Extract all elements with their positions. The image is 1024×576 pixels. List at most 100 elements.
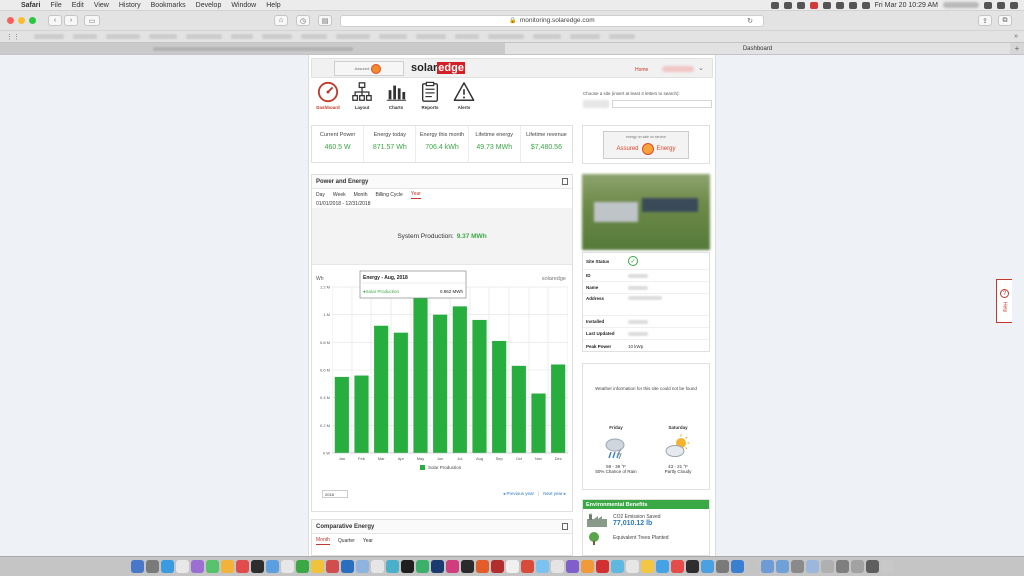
dock-app-icon[interactable] <box>820 560 834 573</box>
dock-app-icon[interactable] <box>535 560 549 573</box>
dock-app-icon[interactable] <box>175 560 189 573</box>
reload-icon[interactable]: ↻ <box>747 17 753 25</box>
export-icon[interactable] <box>562 178 568 185</box>
dock-app-icon[interactable] <box>610 560 624 573</box>
tabs-overview-icon[interactable]: ⧉ <box>998 15 1012 26</box>
dock-app-icon[interactable] <box>355 560 369 573</box>
dock-app-icon[interactable] <box>520 560 534 573</box>
nav-layout[interactable]: Layout <box>345 81 379 115</box>
tab-month[interactable]: Month <box>316 537 330 545</box>
tray-icon[interactable] <box>796 1 805 9</box>
menu-window[interactable]: Window <box>226 2 261 9</box>
tab-month[interactable]: Month <box>354 192 368 198</box>
menu-develop[interactable]: Develop <box>191 2 227 9</box>
nav-alerts[interactable]: Alerts <box>447 81 481 115</box>
tab-billing-cycle[interactable]: Billing Cycle <box>376 192 403 198</box>
bar[interactable] <box>531 393 546 453</box>
user-name-blurred[interactable] <box>943 2 979 8</box>
dock-app-icon[interactable] <box>805 560 819 573</box>
yearly-energy-chart[interactable]: Wh solaredge 0 W 0.2 M 0.4 M 0.6 M 0.8 M 1 M 1.2… <box>312 267 572 483</box>
dock-app-icon[interactable] <box>265 560 279 573</box>
home-icon[interactable]: ⌂ <box>274 15 288 26</box>
bookmark-item[interactable] <box>106 34 140 39</box>
dock-app-icon[interactable] <box>550 560 564 573</box>
dock-app-icon[interactable] <box>625 560 639 573</box>
nav-charts[interactable]: Charts <box>379 81 413 115</box>
volume-icon[interactable] <box>848 1 857 9</box>
dock-app-icon[interactable] <box>235 560 249 573</box>
account-name-blurred[interactable] <box>662 66 694 72</box>
dock-app-icon[interactable] <box>460 560 474 573</box>
dock-app-icon[interactable] <box>685 560 699 573</box>
bar[interactable] <box>452 306 467 453</box>
zoom-window-button[interactable] <box>29 17 36 24</box>
bookmark-item[interactable] <box>379 34 407 39</box>
dock-app-icon[interactable] <box>760 560 774 573</box>
dock-app-icon[interactable] <box>220 560 234 573</box>
bar[interactable] <box>334 376 349 453</box>
tab-day[interactable]: Day <box>316 192 325 198</box>
search-icon[interactable] <box>984 1 992 9</box>
tab-year[interactable]: Year <box>410 191 421 199</box>
dock-app-icon[interactable] <box>880 560 894 573</box>
bookmark-item[interactable] <box>609 34 635 39</box>
bookmark-item[interactable] <box>231 34 253 39</box>
dock-app-icon[interactable] <box>190 560 204 573</box>
minimize-window-button[interactable] <box>18 17 25 24</box>
battery-icon[interactable] <box>861 1 870 9</box>
wifi-icon[interactable] <box>835 1 844 9</box>
site-search-input[interactable] <box>612 100 712 108</box>
bar[interactable] <box>492 340 507 453</box>
bookmarks-grid-icon[interactable]: ⋮⋮ <box>6 33 20 41</box>
dock-app-icon[interactable] <box>565 560 579 573</box>
menu-file[interactable]: File <box>45 2 66 9</box>
dock-app-icon[interactable] <box>325 560 339 573</box>
dock-app-icon[interactable] <box>385 560 399 573</box>
new-tab-button[interactable]: + <box>1010 43 1024 54</box>
tray-icon[interactable] <box>809 1 818 9</box>
dock-app-icon[interactable] <box>310 560 324 573</box>
bookmark-item[interactable] <box>488 34 524 39</box>
sidebar-toggle-icon[interactable]: ▭ <box>84 15 100 26</box>
menu-view[interactable]: View <box>89 2 114 9</box>
bar[interactable] <box>433 314 448 453</box>
dock-app-icon[interactable] <box>250 560 264 573</box>
dock-app-icon[interactable] <box>295 560 309 573</box>
bar[interactable] <box>413 296 428 453</box>
dock-app-icon[interactable] <box>640 560 654 573</box>
dock-app-icon[interactable] <box>400 560 414 573</box>
address-bar[interactable]: 🔒 monitoring.solaredge.com ↻ <box>340 14 764 27</box>
print-icon[interactable]: ▤ <box>318 15 332 26</box>
tray-icon[interactable] <box>822 1 831 9</box>
tab-quarter[interactable]: Quarter <box>338 538 355 544</box>
back-button[interactable]: ‹ <box>48 15 62 26</box>
dock-app-icon[interactable] <box>505 560 519 573</box>
bookmark-item[interactable] <box>570 34 600 39</box>
tray-icon[interactable] <box>783 1 792 9</box>
notification-center-icon[interactable] <box>1010 1 1018 9</box>
more-bookmarks-icon[interactable]: » <box>1014 33 1018 40</box>
dock-app-icon[interactable] <box>370 560 384 573</box>
site-photo-blurred[interactable] <box>582 174 710 250</box>
menu-edit[interactable]: Edit <box>67 2 89 9</box>
dock-app-icon[interactable] <box>430 560 444 573</box>
menu-app[interactable]: Safari <box>16 2 45 9</box>
previous-year-link[interactable]: ◂ Previous year <box>503 491 534 497</box>
bar[interactable] <box>354 375 369 453</box>
bar[interactable] <box>551 364 566 453</box>
bookmark-item[interactable] <box>34 34 64 39</box>
tab-dashboard[interactable]: Dashboard <box>505 43 1010 54</box>
bookmark-item[interactable] <box>533 34 561 39</box>
close-window-button[interactable] <box>7 17 14 24</box>
dock-app-icon[interactable] <box>280 560 294 573</box>
bookmark-item[interactable] <box>301 34 327 39</box>
solaredge-logo[interactable]: solaredge <box>411 62 465 74</box>
bookmark-item[interactable] <box>455 34 479 39</box>
bookmark-item[interactable] <box>416 34 446 39</box>
bar[interactable] <box>374 325 389 453</box>
bookmark-item[interactable] <box>336 34 370 39</box>
dock-app-icon[interactable] <box>160 560 174 573</box>
dock-app-icon[interactable] <box>445 560 459 573</box>
forward-button[interactable]: › <box>64 15 78 26</box>
dock-app-icon[interactable] <box>205 560 219 573</box>
